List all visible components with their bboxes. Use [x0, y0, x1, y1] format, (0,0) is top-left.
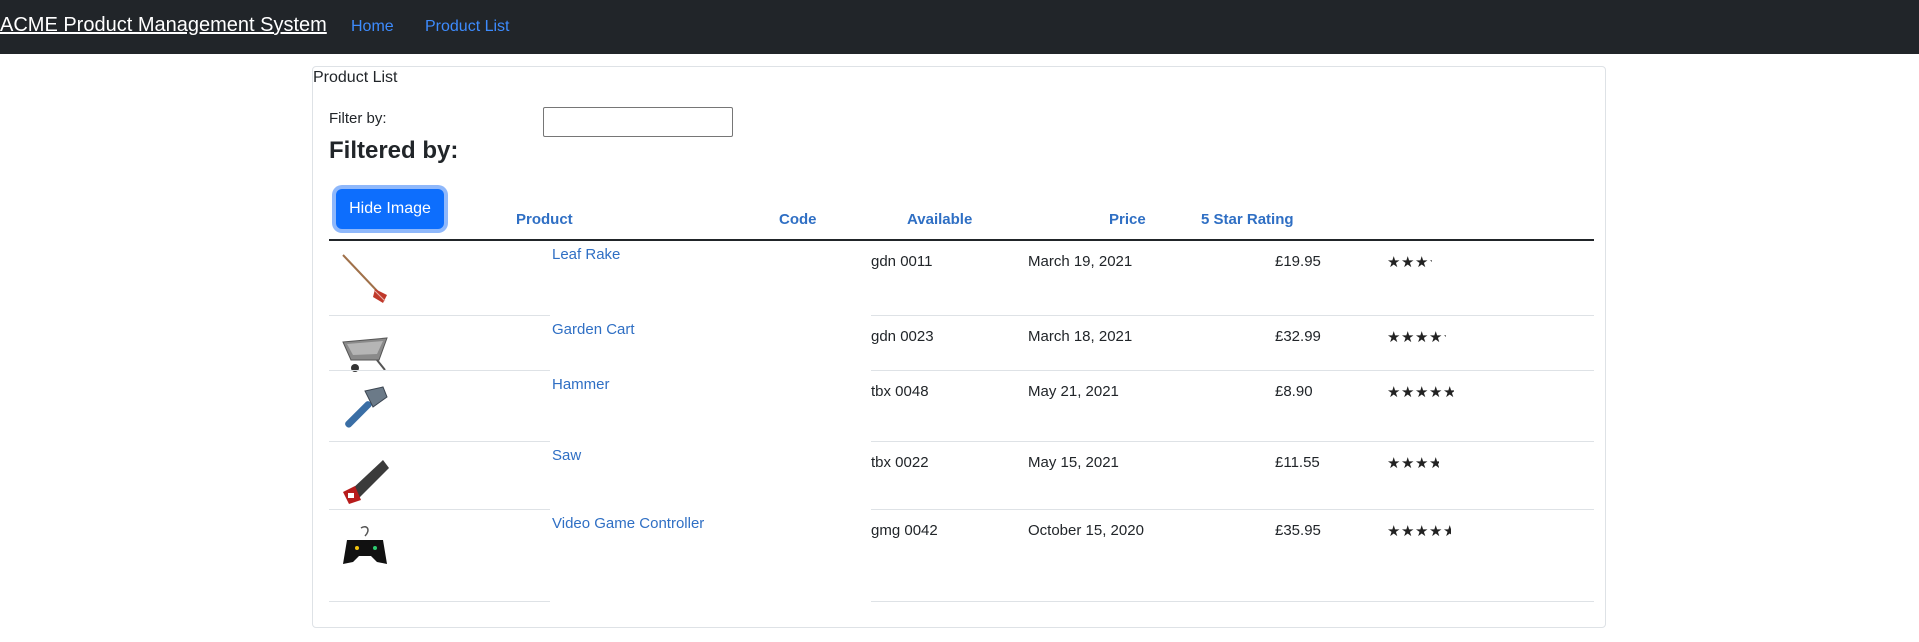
star-rating: ★★★★	[1387, 455, 1439, 472]
video-game-controller-image	[337, 520, 393, 576]
product-name-link[interactable]: Video Game Controller	[552, 515, 704, 532]
navbar: ACME Product Management System Home Prod…	[0, 0, 1919, 54]
hammer-image	[337, 381, 393, 437]
column-header-available[interactable]: Available	[907, 211, 972, 228]
product-name-link[interactable]: Saw	[552, 447, 581, 464]
product-price: £32.99	[1275, 328, 1321, 345]
star-rating: ★★★★	[1387, 254, 1432, 271]
star-rating: ★★★★★	[1387, 329, 1446, 346]
product-name-link[interactable]: Leaf Rake	[552, 246, 620, 263]
product-available-date: May 21, 2021	[1028, 383, 1119, 400]
product-name-link[interactable]: Garden Cart	[552, 321, 635, 338]
column-header-product[interactable]: Product	[516, 211, 573, 228]
star-rating: ★★★★★	[1387, 384, 1454, 401]
table-header: Hide Image Product Code Available Price …	[329, 187, 1594, 241]
filter-label: Filter by:	[329, 110, 387, 127]
row-divider	[329, 601, 550, 602]
saw-image	[337, 452, 393, 508]
product-name-link[interactable]: Hammer	[552, 376, 610, 393]
product-available-date: May 15, 2021	[1028, 454, 1119, 471]
leaf-rake-image	[337, 251, 393, 307]
product-code: gdn 0023	[871, 328, 934, 345]
product-price: £19.95	[1275, 253, 1321, 270]
product-price: £35.95	[1275, 522, 1321, 539]
star-rating: ★★★★★	[1387, 523, 1451, 540]
product-table: Hide Image Product Code Available Price …	[329, 187, 1594, 602]
nav-link-product-list[interactable]: Product List	[425, 18, 509, 36]
product-code: gmg 0042	[871, 522, 938, 539]
product-price: £11.55	[1275, 454, 1320, 471]
filtered-by-heading: Filtered by:	[329, 137, 459, 164]
table-row: Garden Cart gdn 0023 March 18, 2021 £32.99 ★…	[329, 316, 1594, 372]
card-header: Product List	[313, 69, 398, 86]
column-header-price[interactable]: Price	[1109, 211, 1146, 228]
product-available-date: October 15, 2020	[1028, 522, 1144, 539]
product-code: tbx 0022	[871, 454, 929, 471]
product-available-date: March 18, 2021	[1028, 328, 1133, 345]
table-row: Hammer tbx 0048 May 21, 2021 £8.90 ★ ★ ★ ★ ★	[329, 371, 1594, 442]
column-header-rating[interactable]: 5 Star Rating	[1201, 211, 1294, 228]
brand-link[interactable]: ACME Product Management System	[0, 14, 327, 37]
hide-image-button[interactable]: Hide Image	[336, 189, 444, 229]
product-code: gdn 0011	[871, 253, 933, 270]
filter-input[interactable]	[543, 107, 733, 137]
column-header-code[interactable]: Code	[779, 211, 817, 228]
table-row: Leaf Rake gdn 0011 March 19, 2021 £19.95 ★ ★ ★…	[329, 241, 1594, 316]
product-available-date: March 19, 2021	[1028, 253, 1133, 270]
table-body: Leaf Rake gdn 0011 March 19, 2021 £19.95 ★ ★ ★…	[329, 241, 1594, 602]
row-divider	[871, 601, 1594, 602]
product-price: £8.90	[1275, 383, 1313, 400]
product-code: tbx 0048	[871, 383, 929, 400]
table-row: Video Game Controller gmg 0042 October 15,…	[329, 510, 1594, 602]
table-row: Saw tbx 0022 May 15, 2021 £11.55 ★ ★ ★ ★	[329, 442, 1594, 510]
product-list-card: Product List Filter by: Filtered by: Hid…	[312, 66, 1606, 628]
nav-link-home[interactable]: Home	[351, 18, 394, 36]
